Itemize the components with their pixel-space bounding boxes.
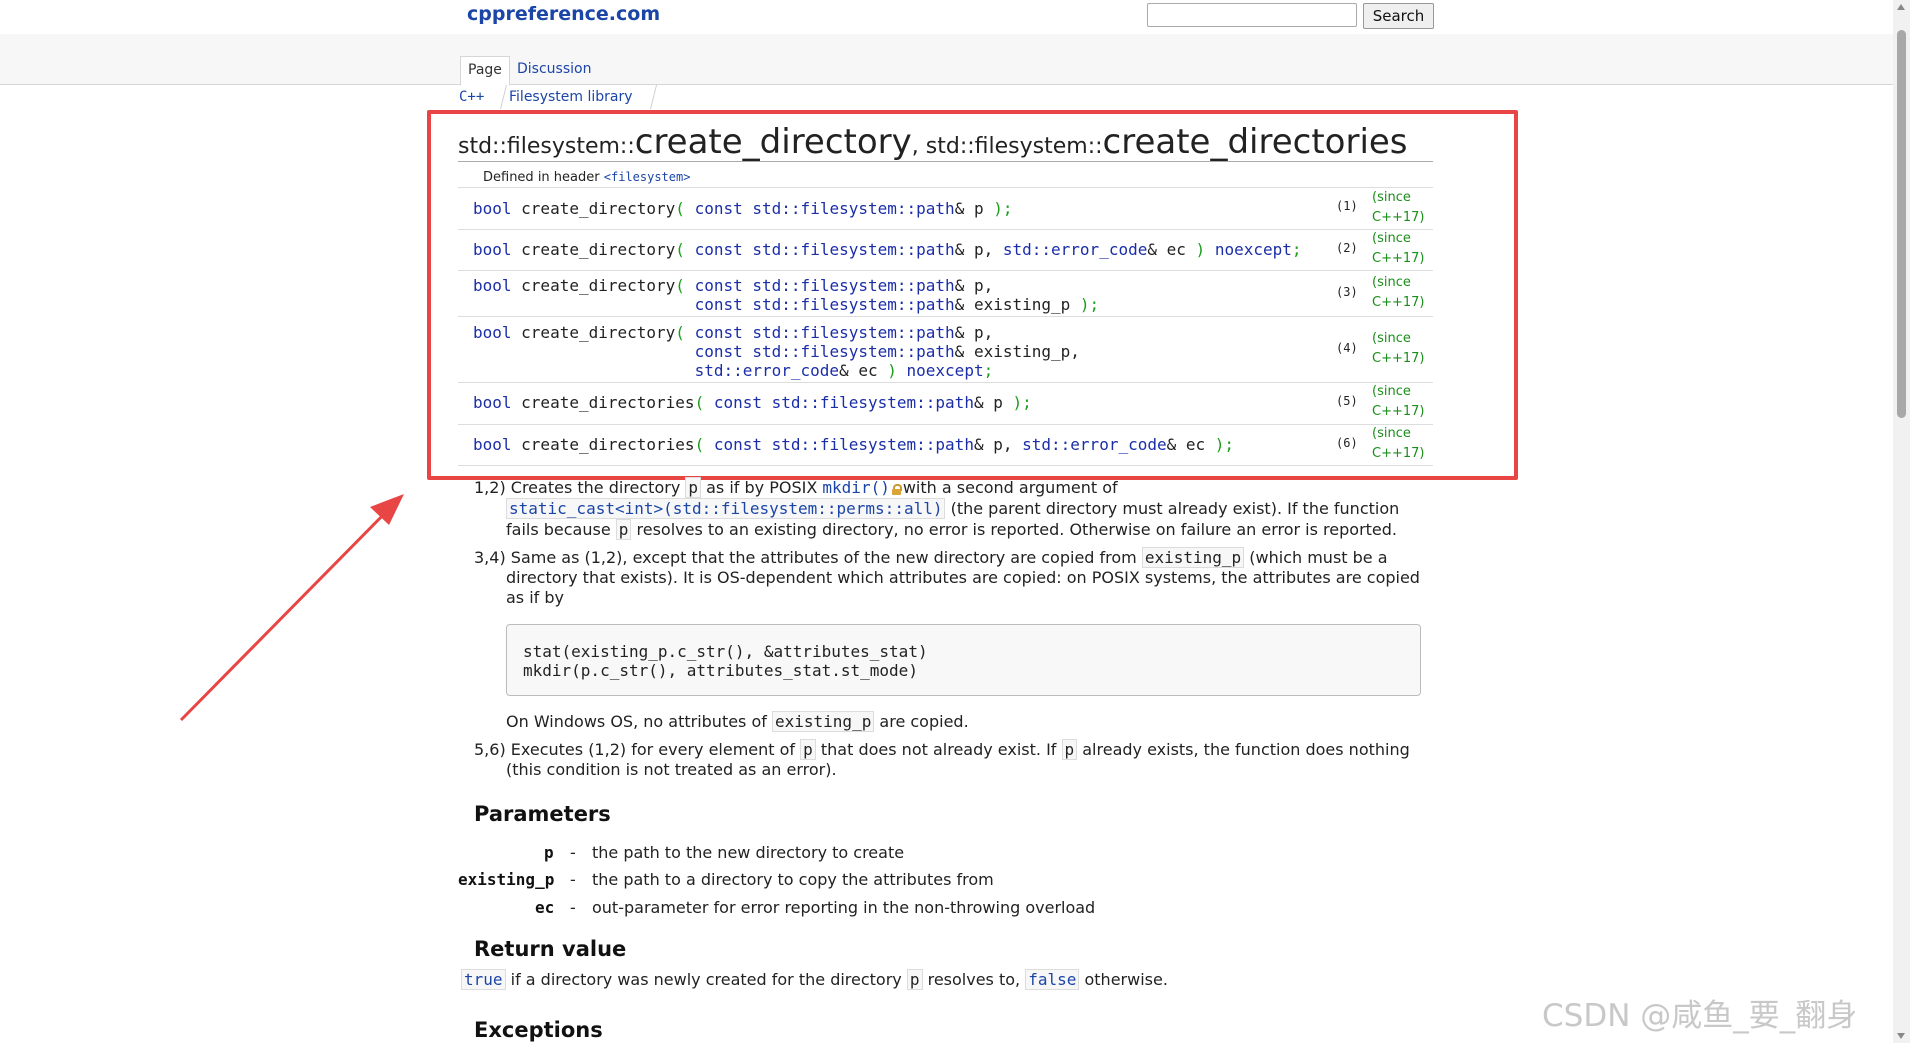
scroll-thumb[interactable] bbox=[1897, 30, 1906, 418]
site-logo-link[interactable]: cppreference.com bbox=[467, 3, 660, 25]
tab-discussion[interactable]: Discussion bbox=[510, 56, 598, 84]
true-link[interactable]: true bbox=[461, 969, 506, 990]
vertical-scrollbar[interactable] bbox=[1893, 0, 1910, 1043]
param-name: p bbox=[544, 843, 554, 862]
lock-icon bbox=[891, 484, 902, 495]
code-line-1: stat(existing_p.c_str(), &attributes_sta… bbox=[523, 642, 928, 661]
param-dash: - bbox=[570, 843, 576, 862]
breadcrumb-cpp-label: C++ bbox=[459, 89, 485, 105]
breadcrumb-cpp-link[interactable]: C++ bbox=[450, 85, 507, 109]
mkdir-link[interactable]: mkdir() bbox=[822, 478, 889, 497]
desc-item-3-4-line3: as if by bbox=[506, 588, 565, 607]
tab-page[interactable]: Page bbox=[460, 56, 510, 86]
desc-windows: On Windows OS, no attributes of existing… bbox=[506, 711, 969, 732]
watermark: CSDN @咸鱼_要_翻身 bbox=[1542, 998, 1858, 1034]
false-link[interactable]: false bbox=[1025, 969, 1080, 990]
top-bar bbox=[0, 0, 1893, 34]
desc-item-3-4: 3,4) Same as (1,2), except that the attr… bbox=[474, 547, 1388, 568]
exceptions-heading: Exceptions bbox=[474, 1018, 603, 1042]
search-button[interactable]: Search bbox=[1363, 3, 1434, 29]
desc-item-5-6-line2: (this condition is not treated as an err… bbox=[506, 760, 837, 779]
param-name: ec bbox=[535, 898, 555, 917]
breadcrumb-filesystem-link[interactable]: Filesystem library bbox=[500, 85, 657, 109]
return-value-text: true if a directory was newly created fo… bbox=[461, 969, 1168, 990]
param-desc: out-parameter for error reporting in the… bbox=[592, 898, 1096, 917]
param-desc: the path to a directory to copy the attr… bbox=[592, 870, 994, 889]
return-value-heading: Return value bbox=[474, 937, 627, 961]
desc-item-1-2: 1,2) Creates the directory p as if by PO… bbox=[474, 477, 1118, 498]
highlight-box bbox=[427, 110, 1518, 480]
code-line-2: mkdir(p.c_str(), attributes_stat.st_mode… bbox=[523, 661, 918, 680]
parameters-heading: Parameters bbox=[474, 802, 611, 826]
desc-item-5-6: 5,6) Executes (1,2) for every element of… bbox=[474, 739, 1410, 760]
breadcrumb-filesystem-label: Filesystem library bbox=[509, 89, 633, 105]
desc-item-1-2-line2: static_cast<int>(std::filesystem::perms:… bbox=[506, 498, 1399, 519]
scroll-up-arrow-icon[interactable] bbox=[1897, 4, 1905, 10]
desc-item-1-2-line3: fails because p resolves to an existing … bbox=[506, 519, 1397, 540]
param-name: existing_p bbox=[458, 870, 555, 889]
static-cast-link[interactable]: static_cast<int>(std::filesystem::perms:… bbox=[506, 498, 946, 519]
param-dash: - bbox=[570, 898, 576, 917]
search-input[interactable] bbox=[1147, 3, 1357, 27]
header-background bbox=[0, 34, 1893, 85]
scroll-down-arrow-icon[interactable] bbox=[1897, 1033, 1905, 1039]
param-dash: - bbox=[570, 870, 576, 889]
code-block: stat(existing_p.c_str(), &attributes_sta… bbox=[506, 624, 1421, 696]
param-desc: the path to the new directory to create bbox=[592, 843, 905, 862]
desc-item-3-4-line2: directory that exists). It is OS-depende… bbox=[506, 568, 1420, 587]
